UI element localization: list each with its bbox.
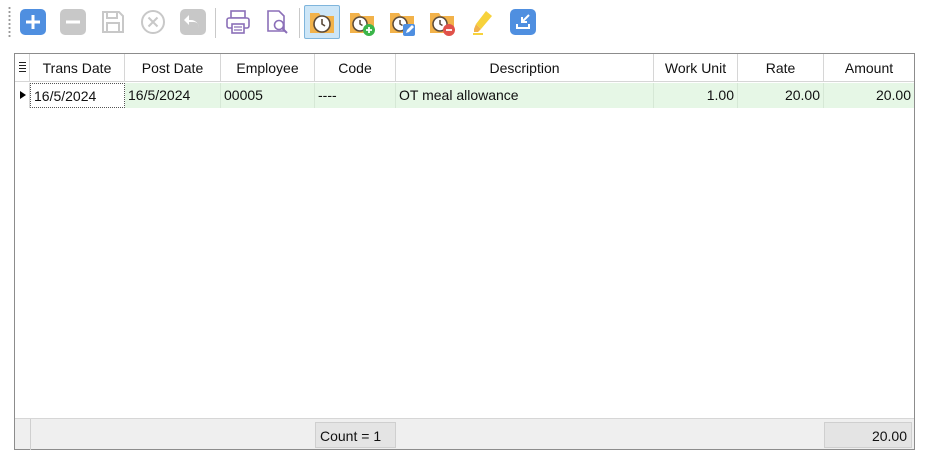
row-indicator[interactable] [15, 83, 30, 108]
column-chooser[interactable] [15, 54, 30, 82]
column-header-amount[interactable]: Amount [824, 54, 914, 82]
overtime-add-button[interactable] [347, 7, 377, 37]
cell-code[interactable]: ---- [315, 83, 396, 108]
column-header-post-date[interactable]: Post Date [125, 54, 221, 82]
print-button[interactable] [223, 7, 253, 37]
toolbar-separator [299, 8, 300, 38]
preview-icon [267, 10, 288, 34]
cell-employee[interactable]: 00005 [221, 83, 315, 108]
overtime-edit-button[interactable] [387, 7, 417, 37]
grid-footer: Count = 1 20.00 [15, 418, 914, 450]
clock-folder-icon [310, 13, 334, 33]
delete-button[interactable] [58, 7, 88, 37]
save-icon [102, 11, 124, 33]
cell-post-date[interactable]: 16/5/2024 [125, 83, 221, 108]
column-header-work-unit[interactable]: Work Unit [654, 54, 738, 82]
footer-amount-total: 20.00 [824, 422, 912, 448]
table-row[interactable]: 16/5/2024 16/5/2024 00005 ---- OT meal a… [15, 83, 914, 108]
import-icon [510, 9, 536, 35]
highlighter-icon [473, 11, 492, 35]
save-button[interactable] [98, 7, 128, 37]
toolbar [0, 0, 928, 44]
clock-folder-add-icon [350, 13, 375, 36]
column-header-description[interactable]: Description [396, 54, 654, 82]
clock-folder-edit-icon [390, 13, 415, 36]
cell-rate[interactable]: 20.00 [738, 83, 824, 108]
cancel-button[interactable] [138, 7, 168, 37]
undo-icon [180, 9, 206, 35]
cell-work-unit[interactable]: 1.00 [654, 83, 738, 108]
transactions-grid[interactable]: Trans Date Post Date Employee Code Descr… [14, 53, 915, 450]
printer-icon [226, 10, 250, 34]
footer-divider [30, 419, 31, 450]
column-header-code[interactable]: Code [315, 54, 396, 82]
print-preview-button[interactable] [262, 7, 292, 37]
grid-header: Trans Date Post Date Employee Code Descr… [15, 54, 914, 82]
minus-icon [60, 9, 86, 35]
undo-button[interactable] [178, 7, 208, 37]
overtime-delete-button[interactable] [427, 7, 457, 37]
footer-count: Count = 1 [315, 422, 396, 448]
add-button[interactable] [18, 7, 48, 37]
toolbar-grip[interactable] [8, 6, 11, 38]
column-header-rate[interactable]: Rate [738, 54, 824, 82]
plus-icon [20, 9, 46, 35]
column-chooser-icon [19, 62, 26, 74]
import-button[interactable] [508, 7, 538, 37]
cell-trans-date[interactable]: 16/5/2024 [30, 83, 125, 108]
overtime-button[interactable] [304, 5, 340, 39]
toolbar-separator [215, 8, 216, 38]
cell-amount[interactable]: 20.00 [824, 83, 914, 108]
cancel-icon [141, 10, 165, 34]
cell-description[interactable]: OT meal allowance [396, 83, 654, 108]
highlight-button[interactable] [468, 7, 498, 37]
column-header-employee[interactable]: Employee [221, 54, 315, 82]
column-header-trans-date[interactable]: Trans Date [30, 54, 125, 82]
clock-folder-delete-icon [430, 13, 455, 36]
